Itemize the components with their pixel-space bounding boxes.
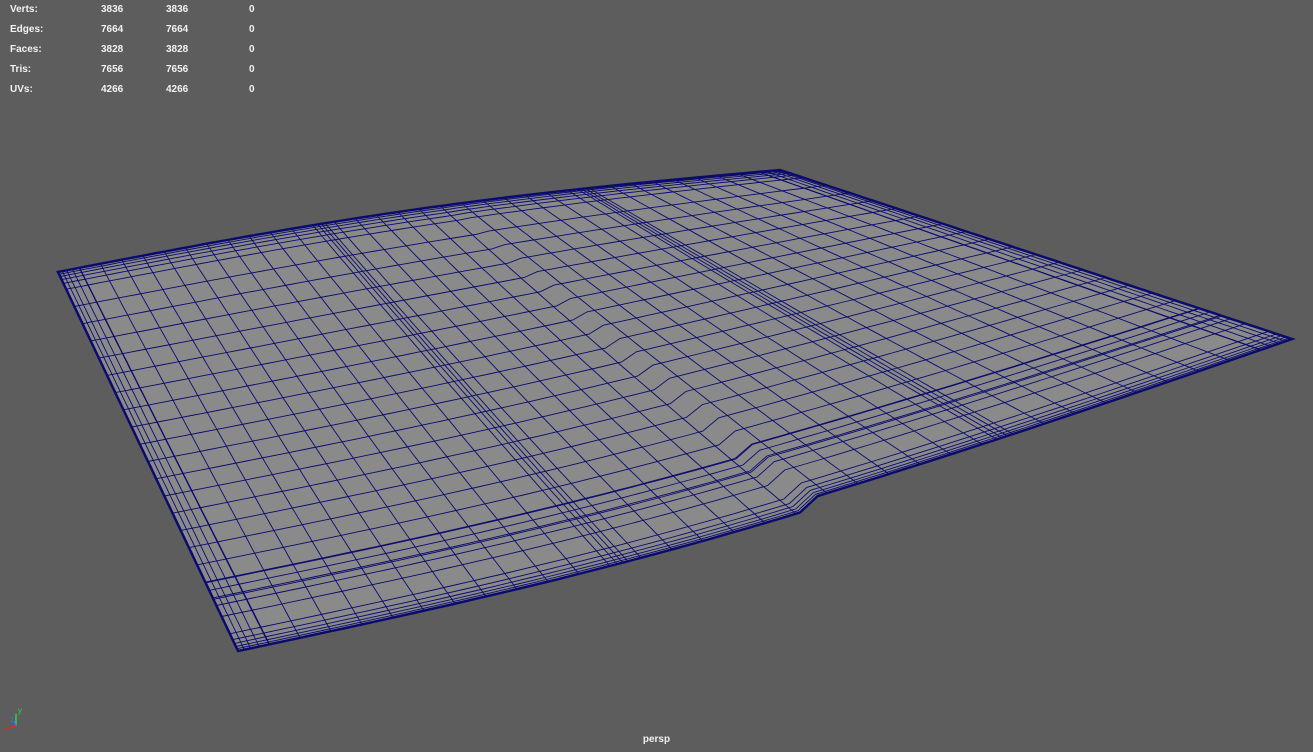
axis-x-label: x	[4, 726, 8, 732]
axis-y-label: y	[18, 706, 22, 715]
axis-gizmo-icon: y z x	[4, 706, 22, 732]
viewport-persp[interactable]: Verts: 3836 3836 0 Edges: 7664 7664 0 Fa…	[0, 0, 1313, 752]
wireframe-mesh[interactable]	[0, 0, 1313, 752]
axis-z-label: z	[10, 715, 14, 724]
camera-name-label: persp	[642, 734, 671, 745]
